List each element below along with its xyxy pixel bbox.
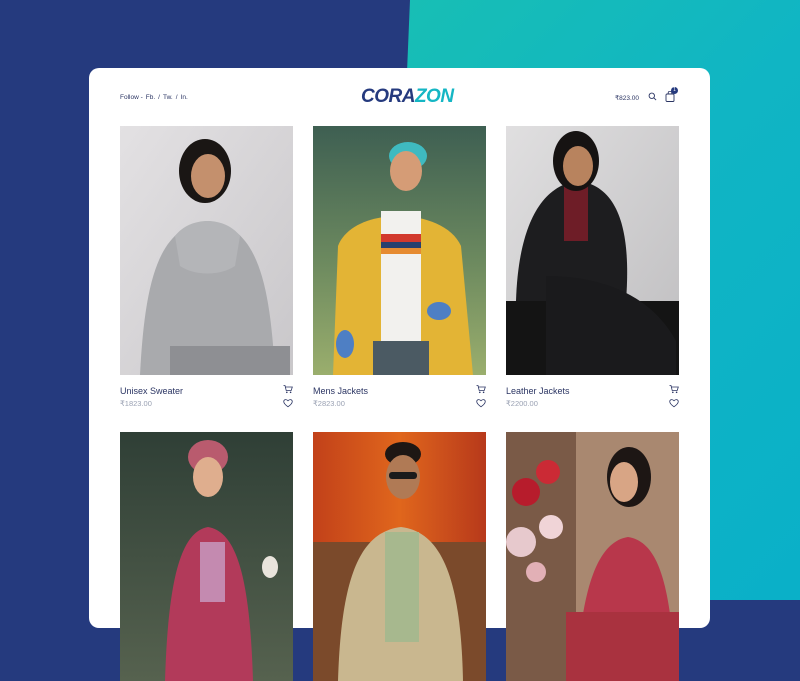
brand-logo[interactable]: CORAZON xyxy=(361,86,454,108)
site-header: Follow - Fb. / Tw. / In. CORAZON ₹823.00… xyxy=(89,68,710,126)
social-link-twitter[interactable]: Tw. xyxy=(163,94,173,101)
product-image[interactable] xyxy=(506,432,679,681)
social-links: Follow - Fb. / Tw. / In. xyxy=(120,94,188,101)
product-image[interactable] xyxy=(313,432,486,681)
cart-icon[interactable] xyxy=(283,384,293,394)
product-card[interactable] xyxy=(506,432,679,681)
product-card[interactable] xyxy=(313,432,486,681)
product-image[interactable] xyxy=(313,126,486,375)
product-card[interactable]: Leather Jackets ₹2200.00 xyxy=(506,126,679,408)
product-price: ₹1823.00 xyxy=(120,399,152,408)
product-card[interactable]: Mens Jackets ₹2823.00 xyxy=(313,126,486,408)
follow-label: Follow - xyxy=(120,94,143,101)
product-card[interactable]: Unisex Sweater ₹1823.00 xyxy=(120,126,293,408)
product-image[interactable] xyxy=(506,126,679,375)
product-price: ₹2823.00 xyxy=(313,399,345,408)
heart-icon[interactable] xyxy=(669,398,679,408)
heart-icon[interactable] xyxy=(283,398,293,408)
cart-icon[interactable] xyxy=(669,384,679,394)
logo-text-part2: ZON xyxy=(414,86,454,107)
cart-total: ₹823.00 xyxy=(615,95,640,102)
product-card[interactable] xyxy=(120,432,293,681)
cart-count-badge: 1 xyxy=(671,87,678,94)
social-separator: / xyxy=(158,94,160,101)
product-image[interactable] xyxy=(120,126,293,375)
product-price: ₹2200.00 xyxy=(506,399,538,408)
social-link-instagram[interactable]: In. xyxy=(181,94,188,101)
product-name[interactable]: Unisex Sweater xyxy=(120,386,183,396)
search-icon[interactable] xyxy=(648,92,657,101)
logo-text-part1: CORA xyxy=(361,86,415,107)
product-image[interactable] xyxy=(120,432,293,681)
social-separator: / xyxy=(175,94,178,101)
cart-icon[interactable] xyxy=(476,384,486,394)
product-name[interactable]: Leather Jackets xyxy=(506,386,570,396)
product-name[interactable]: Mens Jackets xyxy=(313,386,368,396)
store-card: Follow - Fb. / Tw. / In. CORAZON ₹823.00… xyxy=(89,68,710,681)
social-link-facebook[interactable]: Fb. xyxy=(146,94,155,101)
heart-icon[interactable] xyxy=(476,398,486,408)
